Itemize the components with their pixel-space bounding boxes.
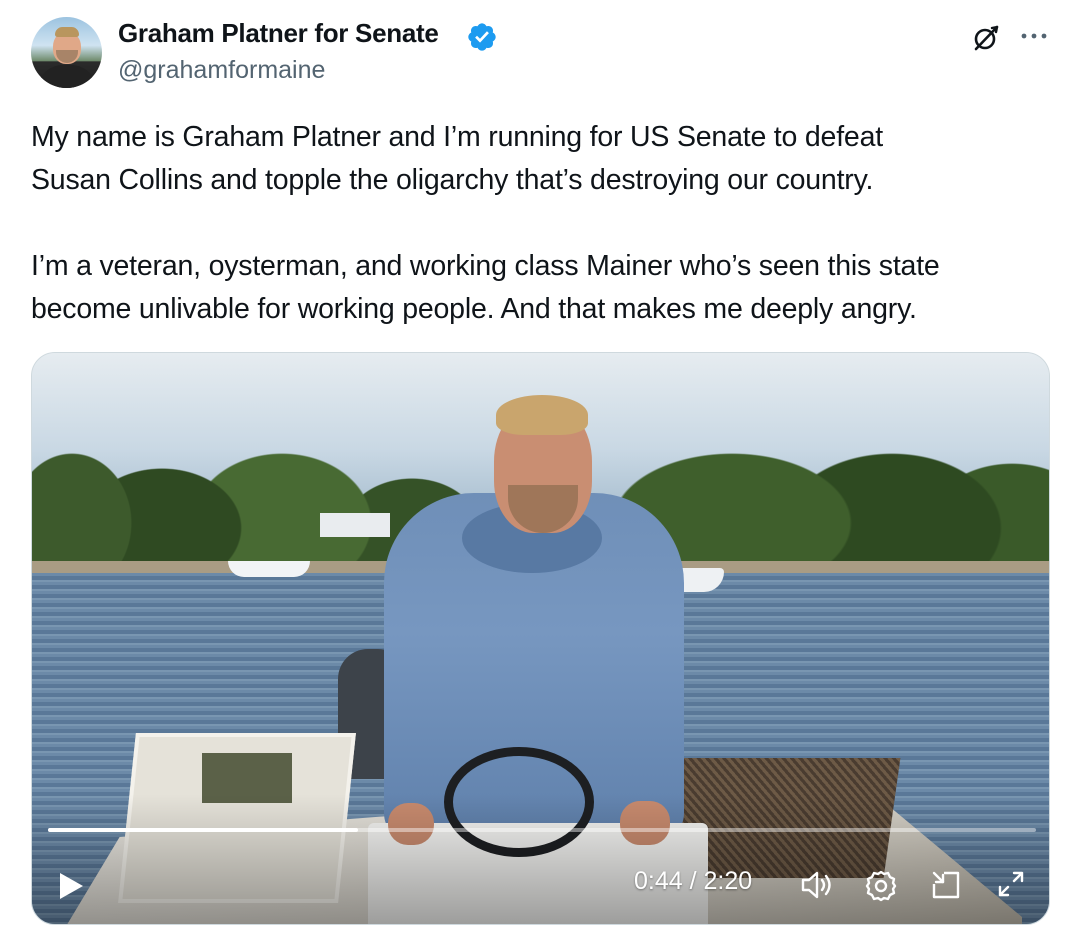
tweet-line: My name is Graham Platner and I’m runnin… [31,121,883,153]
video-controls-gradient [32,794,1049,924]
avatar-hair [55,27,79,37]
more-icon[interactable] [1018,24,1050,48]
author-display-name[interactable]: Graham Platner for Senate [118,18,439,49]
video-time-display: 0:44 / 2:20 [634,867,753,895]
tweet-line: I’m a veteran, oysterman, and working cl… [31,250,940,282]
grok-icon[interactable] [970,22,1002,54]
video-house [320,513,390,537]
video-moored-boat [228,561,310,577]
avatar[interactable] [31,17,102,88]
tweet-line: become unlivable for working people. And… [31,293,917,325]
fullscreen-icon[interactable] [996,869,1026,899]
author-handle[interactable]: @grahamformaine [118,56,325,85]
avatar-body [37,65,97,88]
video-person-hair [496,395,588,435]
video-player[interactable]: 0:44 / 2:20 [31,352,1050,925]
tweet-text: My name is Graham Platner and I’m runnin… [31,116,1061,331]
picture-in-picture-icon[interactable] [930,869,962,901]
volume-icon[interactable] [799,869,835,901]
verified-badge-icon [468,23,496,51]
settings-icon[interactable] [864,869,898,903]
video-progress-bar[interactable] [48,828,1036,832]
tweet-line: Susan Collins and topple the oligarchy t… [31,164,874,196]
play-icon[interactable] [56,870,86,902]
video-progress-fill [48,828,359,832]
